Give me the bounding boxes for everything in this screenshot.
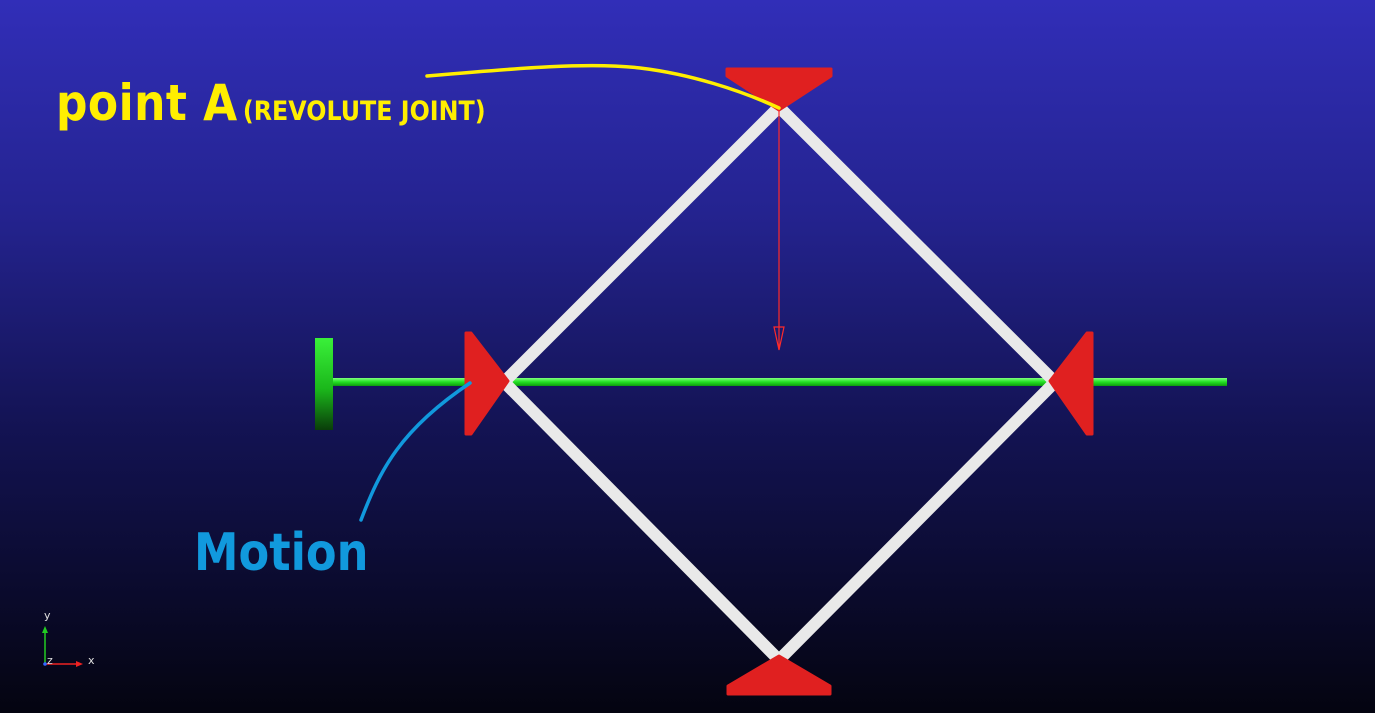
y-axis-label: y — [44, 609, 51, 622]
joint-right[interactable] — [1048, 331, 1094, 436]
motion-leader-line — [359, 381, 472, 522]
point-a-label: point A — [56, 74, 238, 132]
axis-triad: y z x — [34, 606, 106, 670]
ground-block[interactable] — [315, 338, 333, 430]
motion-label: Motion — [194, 523, 369, 583]
link-top-right[interactable] — [770, 98, 1062, 389]
x-axis-arrowhead — [76, 661, 83, 667]
revolute-joint-label: (REVOLUTE JOINT) — [242, 96, 486, 127]
link-bottom-right[interactable] — [770, 375, 1062, 669]
joint-top-point-a[interactable] — [725, 67, 833, 112]
joint-bottom[interactable] — [726, 654, 832, 696]
point-a-annotation: point A (REVOLUTE JOINT) — [56, 78, 486, 128]
3d-viewport[interactable]: point A (REVOLUTE JOINT) Motion y z x — [0, 0, 1375, 713]
joint-left-slider[interactable] — [464, 331, 510, 436]
x-axis-label: x — [88, 654, 95, 667]
z-axis-label: z — [47, 654, 53, 667]
y-axis-arrowhead — [42, 626, 48, 633]
link-bottom-left[interactable] — [497, 375, 788, 669]
link-top-left[interactable] — [497, 98, 788, 389]
